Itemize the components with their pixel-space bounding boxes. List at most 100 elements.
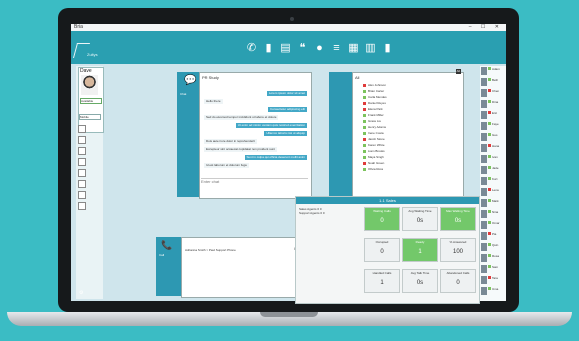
stat-value: 0 xyxy=(456,280,460,286)
roster-item[interactable]: Hana xyxy=(480,143,506,153)
directory-entry[interactable]: Olivia Ross xyxy=(363,167,423,172)
roster-name: Chen xyxy=(492,89,500,93)
calendar-icon[interactable]: ▦ xyxy=(348,42,359,54)
roster-item[interactable]: Rosa xyxy=(480,253,506,263)
stats-icon[interactable]: ▮ xyxy=(382,42,393,54)
presence-icon xyxy=(488,232,491,235)
roster-item[interactable]: Pia xyxy=(480,231,506,241)
roster-name: Omar xyxy=(492,221,500,225)
avatar xyxy=(481,133,487,141)
chat-message: Sunt in culpa qui officia deserunt molli… xyxy=(244,155,307,160)
list-item[interactable] xyxy=(78,169,86,177)
list-icon[interactable]: ≡ xyxy=(331,42,342,54)
roster-item[interactable]: Nina xyxy=(480,209,506,219)
directory-entry[interactable]: Noah Green xyxy=(363,161,423,166)
avatar xyxy=(481,155,487,163)
directory-entry[interactable]: Henry Adams xyxy=(363,125,423,130)
roster-name: Sam xyxy=(492,265,499,269)
queue-row: Support Agents 0 0 xyxy=(299,211,325,215)
roster-item[interactable]: Uma xyxy=(480,286,506,296)
calendar-grid-icon[interactable]: ▥ xyxy=(365,42,376,54)
directory-entry[interactable]: Irene Costa xyxy=(363,131,423,136)
notes-icon[interactable]: ▤ xyxy=(280,42,291,54)
contacts-icon[interactable]: ▮ xyxy=(263,42,274,54)
stat-value: 0s xyxy=(454,218,462,224)
presence-icon xyxy=(363,96,366,99)
queue-list: Sales Agents 0 0 Support Agents 0 0 xyxy=(299,207,361,215)
roster-item[interactable]: Eric xyxy=(480,110,506,120)
roster-item[interactable]: Beth xyxy=(480,77,506,87)
queue-stats-panel: 1.1 Sales Sales Agents 0 0 Support Agents… xyxy=(295,196,480,304)
directory-entry[interactable]: Frank Miller xyxy=(363,113,423,118)
directory-entry[interactable]: Brian Carter xyxy=(363,89,423,94)
roster-item[interactable]: Tara xyxy=(480,275,506,285)
directory-entry[interactable]: Jacob Stone xyxy=(363,137,423,142)
presence-icon xyxy=(488,100,491,103)
status-field[interactable]: Available xyxy=(80,98,102,104)
avatar xyxy=(481,287,487,295)
roster-item[interactable]: Quin xyxy=(480,242,506,252)
roster-item[interactable]: Jade xyxy=(480,165,506,175)
presence-icon xyxy=(363,126,366,129)
directory-entry-name: Brian Carter xyxy=(368,89,385,93)
presence-icon xyxy=(488,276,491,279)
list-item[interactable] xyxy=(78,136,86,144)
roster-name: Lena xyxy=(492,188,499,192)
roster-item[interactable]: Sam xyxy=(480,264,506,274)
avatar xyxy=(481,276,487,284)
presence-icon xyxy=(488,210,491,213)
chat-input[interactable]: Enter chat xyxy=(201,178,308,187)
directory-entry[interactable]: Grace Liu xyxy=(363,119,423,124)
roster-item[interactable]: Faye xyxy=(480,121,506,131)
list-item[interactable] xyxy=(78,180,86,188)
presence-icon xyxy=(363,156,366,159)
directory-entry-name: Grace Liu xyxy=(368,119,382,123)
directory-entry[interactable]: Liam Brooks xyxy=(363,149,423,154)
roster-name: Kurt xyxy=(492,177,498,181)
directory-entry[interactable]: Maya Singh xyxy=(363,155,423,160)
roster-item[interactable]: Kurt xyxy=(480,176,506,186)
list-item[interactable] xyxy=(78,147,86,155)
list-item[interactable] xyxy=(78,202,86,210)
directory-entry[interactable]: Carla Mendes xyxy=(363,95,423,100)
roster-name: Pia xyxy=(492,232,497,236)
roster-item[interactable]: Mark xyxy=(480,198,506,208)
group-chat-icon[interactable]: ● xyxy=(314,42,325,54)
stat-tile: % Answered 100 xyxy=(440,238,476,262)
stat-tile: Avg Talk Time 0s xyxy=(402,269,438,293)
directory-entry[interactable]: Elena Park xyxy=(363,107,423,112)
right-roster: Adam Beth Chen Dina Eric Faye Gus Hana Ivan Jade K… xyxy=(480,66,506,301)
call-side-label: Call xyxy=(159,253,165,257)
chat-bubble-icon: 💬 xyxy=(184,75,197,86)
window-controls[interactable]: – ☐ ✕ xyxy=(469,24,503,31)
roster-item[interactable]: Adam xyxy=(480,66,506,76)
roster-item[interactable]: Gus xyxy=(480,132,506,142)
roster-item[interactable]: Lena xyxy=(480,187,506,197)
avatar xyxy=(481,89,487,97)
stat-tile: Avg Waiting Time 0s xyxy=(402,207,438,231)
directory-entry[interactable]: Daniel Reyes xyxy=(363,101,423,106)
stat-value: 0 xyxy=(380,218,384,224)
chat-message: Excepteur sint occaecat cupidatat non pr… xyxy=(204,147,277,152)
avatar xyxy=(481,166,487,174)
directory-entry[interactable]: Alex Johnson xyxy=(363,83,423,88)
roster-item[interactable]: Omar xyxy=(480,220,506,230)
phone-icon[interactable]: ✆ xyxy=(246,42,257,54)
directory-entry-name: Olivia Ross xyxy=(368,167,384,171)
avatar xyxy=(481,67,487,75)
directory-tag[interactable]: All xyxy=(455,69,461,74)
user-name: Dave xyxy=(80,68,92,74)
list-item[interactable] xyxy=(78,125,86,133)
roster-item[interactable]: Ivan xyxy=(480,154,506,164)
directory-entry[interactable]: Karen White xyxy=(363,143,423,148)
chat-icon[interactable]: ❝ xyxy=(297,42,308,54)
list-item[interactable] xyxy=(78,191,86,199)
list-item[interactable] xyxy=(78,158,86,166)
stat-tile: Occupied 0 xyxy=(364,238,400,262)
chat-side-label: Chat xyxy=(180,92,187,96)
settings-icon[interactable]: ⚙ xyxy=(79,290,83,296)
roster-item[interactable]: Chen xyxy=(480,88,506,98)
roster-item[interactable]: Dina xyxy=(480,99,506,109)
presence-select[interactable]: Mobile xyxy=(79,114,101,120)
directory-entry-name: Frank Miller xyxy=(368,113,384,117)
